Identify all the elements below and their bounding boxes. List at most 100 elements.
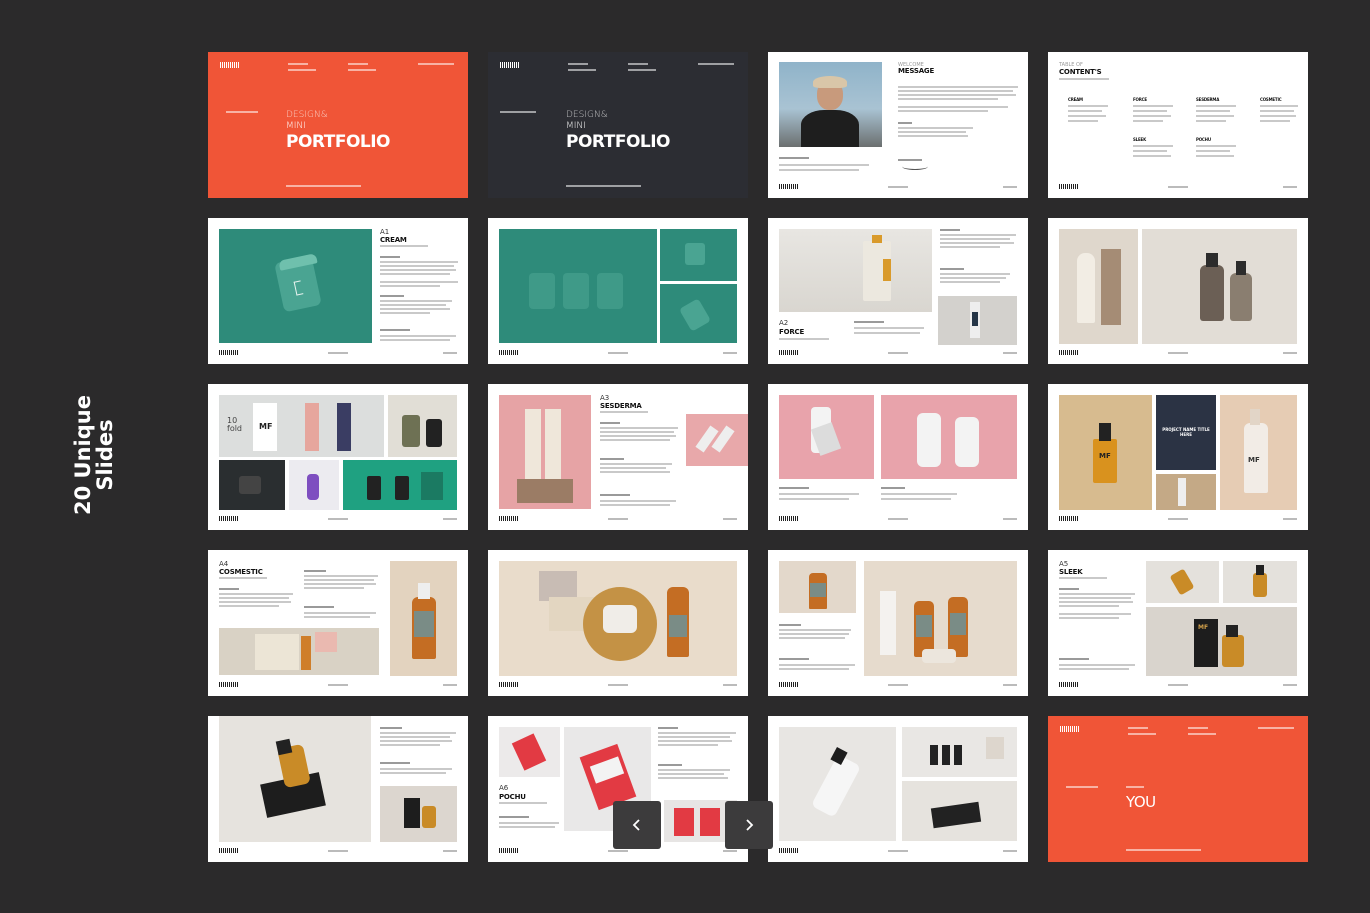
pump-photo: MF	[1220, 395, 1297, 510]
barcode-icon	[499, 516, 519, 521]
pump-photo	[779, 561, 856, 613]
cover-title: PORTFOLIO	[286, 132, 391, 152]
packaging-photo: 10 fold MF	[219, 395, 384, 457]
cover-small-2: MINI	[286, 121, 306, 131]
slide-sesderma-gallery[interactable]	[768, 384, 1028, 530]
slide-number: A1	[380, 228, 390, 236]
mf-logo: MF	[259, 422, 273, 431]
cream-jar-photo	[660, 229, 737, 281]
barcode-icon	[219, 682, 239, 687]
product-photo	[219, 628, 379, 675]
mf-logo: MF	[1248, 456, 1260, 464]
pouch-photo	[499, 727, 560, 777]
barcode-icon	[499, 350, 519, 355]
cream-jar-photo	[660, 284, 737, 343]
contents-item-5: SLEEK	[1133, 137, 1146, 142]
slide-cosmestic-gallery-2[interactable]	[768, 550, 1028, 696]
slide-cream-gallery[interactable]	[488, 218, 748, 364]
slide-title: POCHU	[499, 793, 526, 801]
bottle-photo	[388, 395, 457, 457]
chevron-right-icon	[746, 819, 754, 831]
slide-sleek-gallery[interactable]	[208, 716, 468, 862]
mf-logo: MF	[1198, 624, 1209, 631]
product-photo	[343, 460, 457, 510]
slide-title: FORCE	[779, 328, 805, 336]
slide-cosmetic-gallery[interactable]: MF PROJECT NAME TITLE HERE MF	[1048, 384, 1308, 530]
cover-small-2: MINI	[566, 121, 586, 131]
contents-item-3: SESDERMA	[1196, 97, 1220, 102]
slide-tenfold[interactable]: 10 fold MF	[208, 384, 468, 530]
barcode-icon	[1060, 726, 1080, 732]
slide-thank-you[interactable]: YOU	[1048, 716, 1308, 862]
barcode-icon	[779, 848, 799, 853]
barcode-icon	[1059, 682, 1079, 687]
product-photo	[902, 781, 1017, 841]
cover-small-1: DESIGN&	[286, 110, 328, 120]
slide-cosmestic-gallery[interactable]	[488, 550, 748, 696]
product-photo	[1059, 229, 1138, 344]
product-photo	[289, 460, 339, 510]
slide-cosmestic[interactable]: A4 COSMESTIC	[208, 550, 468, 696]
barcode-icon	[1059, 516, 1079, 521]
pump-photo	[779, 727, 896, 841]
barcode-icon	[779, 516, 799, 521]
slide-force[interactable]: A2 FORCE	[768, 218, 1028, 364]
slide-number: A3	[600, 394, 610, 402]
product-photo	[1142, 229, 1297, 344]
slide-message[interactable]: WELCOME MESSAGE	[768, 52, 1028, 198]
contents-item-4: COSMETIC	[1260, 97, 1282, 102]
prev-button[interactable]	[613, 801, 661, 849]
barcode-icon	[219, 848, 239, 853]
thanks-title: YOU	[1126, 793, 1156, 811]
barcode-icon	[779, 184, 799, 189]
product-photo	[219, 716, 371, 842]
slide-number: A2	[779, 319, 789, 327]
barcode-icon	[219, 350, 239, 355]
cover-small-1: DESIGN&	[566, 110, 608, 120]
barcode-icon	[499, 848, 519, 853]
slide-sleek[interactable]: A5 SLEEK MF	[1048, 550, 1308, 696]
barcode-icon	[220, 62, 240, 68]
chevron-left-icon	[632, 819, 640, 831]
slide-cover-dark[interactable]: DESIGN& MINI PORTFOLIO	[488, 52, 748, 198]
slide-force-gallery[interactable]	[1048, 218, 1308, 364]
pump-photo	[864, 561, 1017, 676]
bottle-photo	[380, 786, 457, 842]
next-button[interactable]	[725, 801, 773, 849]
project-box-label: PROJECT NAME TITLE HERE	[1162, 427, 1210, 437]
barcode-icon	[500, 62, 520, 68]
barcode-icon	[779, 350, 799, 355]
slide-title: COSMESTIC	[219, 568, 263, 576]
force-tube-photo	[938, 296, 1017, 345]
slide-sesderma[interactable]: A3 SESDERMA	[488, 384, 748, 530]
slide-title: SESDERMA	[600, 402, 642, 410]
slide-contents[interactable]: TABLE OF CONTENT'S CREAM FORCE SESDERMA …	[1048, 52, 1308, 198]
product-photo	[1156, 474, 1216, 510]
slide-title: SLEEK	[1059, 568, 1083, 576]
product-flatlay-photo	[499, 561, 737, 676]
portrait-photo	[779, 62, 882, 147]
contents-item-2: FORCE	[1133, 97, 1147, 102]
tenfold-l2: fold	[227, 424, 243, 433]
side-title: 20 Unique Slides	[66, 395, 122, 515]
pump-photo	[390, 561, 457, 676]
barcode-icon	[1059, 184, 1079, 189]
contents-item-1: CREAM	[1068, 97, 1083, 102]
contents-item-6: POCHU	[1196, 137, 1211, 142]
product-photo: MF	[1146, 607, 1297, 676]
force-bottle-photo	[779, 229, 932, 312]
bottle-photo	[902, 727, 1017, 777]
slide-number: A4	[219, 560, 229, 568]
cream-jars-photo	[499, 229, 657, 343]
product-photo	[219, 460, 285, 510]
side-title-line2: Slides	[93, 419, 117, 491]
side-title-line1: 20 Unique	[71, 395, 95, 515]
slide-cream[interactable]: A1 CREAM	[208, 218, 468, 364]
tube-photo	[686, 414, 748, 466]
slide-pochu-gallery[interactable]	[768, 716, 1028, 862]
slide-title: CONTENT'S	[1059, 68, 1102, 76]
slide-cover-red[interactable]: DESIGN& MINI PORTFOLIO	[208, 52, 468, 198]
bottle-photo: MF	[1059, 395, 1152, 510]
barcode-icon	[499, 682, 519, 687]
bottle-photo	[779, 395, 874, 479]
